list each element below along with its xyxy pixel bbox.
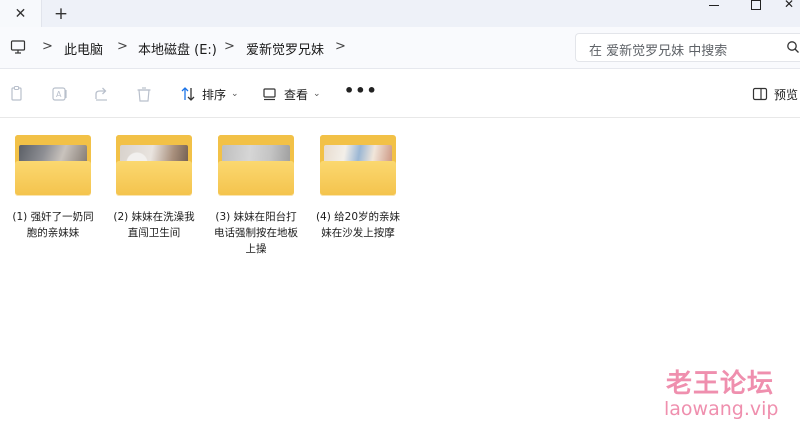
more-options-button[interactable]: ••• bbox=[344, 83, 378, 99]
preview-pane-button[interactable]: 预览 bbox=[752, 84, 798, 104]
close-tab-icon[interactable]: ✕ bbox=[15, 7, 27, 21]
minimize-button[interactable] bbox=[700, 0, 728, 12]
computer-icon[interactable] bbox=[10, 39, 26, 55]
sort-label: 排序 bbox=[202, 87, 227, 102]
search-input[interactable]: 在 爱新觉罗兄妹 中搜索 bbox=[575, 33, 800, 62]
delete-icon[interactable] bbox=[135, 85, 153, 103]
maximize-button[interactable] bbox=[742, 0, 770, 12]
svg-text:A: A bbox=[56, 90, 62, 99]
chevron-down-icon: ⌄ bbox=[231, 89, 239, 99]
tab-current[interactable]: ✕ bbox=[0, 0, 42, 27]
new-tab-button[interactable]: + bbox=[49, 4, 73, 24]
sort-button[interactable]: 排序 ⌄ bbox=[180, 84, 239, 104]
title-bar: ✕ + ✕ bbox=[0, 0, 800, 27]
breadcrumb-chevron-icon[interactable]: > bbox=[117, 39, 128, 54]
breadcrumb-chevron-icon[interactable]: > bbox=[335, 39, 346, 54]
folder-name: (2) 妹妹在洗澡我直闯卫生间 bbox=[113, 211, 195, 239]
folder-icon bbox=[15, 135, 91, 197]
folder-name: (1) 强奸了一奶同胞的亲妹妹 bbox=[12, 211, 94, 239]
search-placeholder: 在 爱新觉罗兄妹 中搜索 bbox=[589, 44, 728, 59]
rename-icon[interactable]: A bbox=[51, 85, 69, 103]
breadcrumb-current-folder[interactable]: 爱新觉罗兄妹 bbox=[246, 39, 324, 58]
view-button[interactable]: 查看 ⌄ bbox=[262, 84, 321, 104]
breadcrumb-chevron-icon[interactable]: > bbox=[42, 39, 53, 54]
view-icon bbox=[263, 88, 276, 101]
address-bar: > 此电脑 > 本地磁盘 (E:) > 爱新觉罗兄妹 > 在 爱新觉罗兄妹 中搜… bbox=[0, 27, 800, 69]
view-label: 查看 bbox=[284, 87, 309, 102]
folder-item[interactable]: (1) 强奸了一奶同胞的亲妹妹 bbox=[9, 135, 95, 257]
folder-icon bbox=[320, 135, 396, 197]
folder-name: (4) 给20岁的亲妹妹在沙发上按摩 bbox=[315, 211, 401, 239]
preview-pane-icon bbox=[752, 87, 768, 101]
folder-name: (3) 妹妹在阳台打电话强制按在地板上操 bbox=[214, 211, 298, 255]
command-bar: A 排序 ⌄ 查看 ⌄ ••• 预览 bbox=[0, 70, 800, 118]
watermark-url: laowang.vip bbox=[664, 398, 779, 420]
share-icon[interactable] bbox=[93, 85, 111, 103]
folder-item[interactable]: (4) 给20岁的亲妹妹在沙发上按摩 bbox=[314, 135, 400, 257]
folder-icon bbox=[218, 135, 294, 197]
copy-icon[interactable] bbox=[8, 85, 26, 103]
breadcrumb-this-pc[interactable]: 此电脑 bbox=[64, 39, 103, 58]
folder-icon bbox=[116, 135, 192, 197]
folder-item[interactable]: (3) 妹妹在阳台打电话强制按在地板上操 bbox=[212, 135, 298, 257]
folder-item[interactable]: (2) 妹妹在洗澡我直闯卫生间 bbox=[110, 135, 196, 257]
breadcrumb-local-disk[interactable]: 本地磁盘 (E:) bbox=[138, 39, 217, 58]
watermark-text: 老王论坛 bbox=[666, 369, 775, 399]
search-icon[interactable] bbox=[786, 40, 800, 54]
breadcrumb-chevron-icon[interactable]: > bbox=[224, 39, 235, 54]
preview-label: 预览 bbox=[774, 87, 799, 102]
sort-icon bbox=[181, 87, 195, 101]
chevron-down-icon: ⌄ bbox=[313, 89, 321, 99]
window-close-button[interactable]: ✕ bbox=[778, 0, 800, 12]
